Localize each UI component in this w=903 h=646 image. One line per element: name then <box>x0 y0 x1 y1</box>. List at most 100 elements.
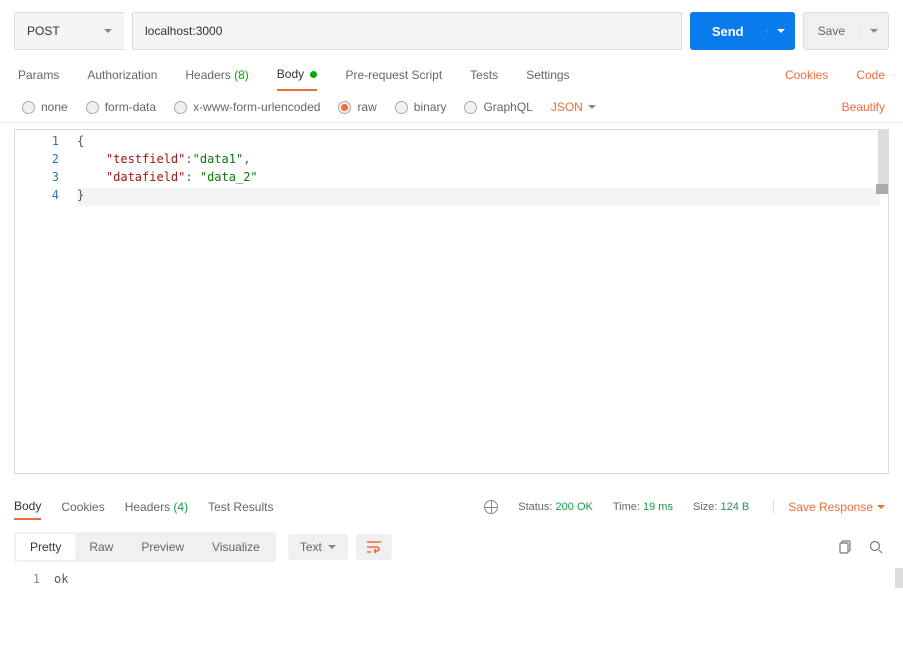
request-tabs: Params Authorization Headers (8) Body Pr… <box>0 58 903 92</box>
response-tab-headers[interactable]: Headers (4) <box>125 495 188 519</box>
copy-icon <box>839 540 853 554</box>
body-type-urlencoded-label: x-www-form-urlencoded <box>193 100 320 114</box>
radio-icon <box>464 101 477 114</box>
body-type-raw[interactable]: raw <box>338 100 376 114</box>
copy-button[interactable] <box>833 536 859 558</box>
chevron-down-icon <box>588 105 596 109</box>
url-input[interactable]: localhost:3000 <box>132 12 682 50</box>
save-button-label: Save <box>804 24 859 38</box>
body-type-graphql-label: GraphQL <box>483 100 532 114</box>
method-select[interactable]: POST <box>14 12 124 50</box>
body-type-urlencoded[interactable]: x-www-form-urlencoded <box>174 100 320 114</box>
save-button[interactable]: Save <box>803 12 889 50</box>
radio-icon <box>86 101 99 114</box>
size-value: 124 B <box>721 501 750 513</box>
code-text: , <box>243 152 250 166</box>
response-tab-cookies[interactable]: Cookies <box>61 495 104 519</box>
body-type-binary[interactable]: binary <box>395 100 447 114</box>
wrap-lines-button[interactable] <box>356 534 392 560</box>
response-text: ok <box>54 572 68 586</box>
tab-prerequest[interactable]: Pre-request Script <box>345 60 442 90</box>
cookies-link[interactable]: Cookies <box>785 68 828 82</box>
save-button-caret[interactable] <box>859 29 888 33</box>
method-value: POST <box>27 24 60 38</box>
body-type-binary-label: binary <box>414 100 447 114</box>
status-indicator: Status: 200 OK <box>518 501 593 513</box>
response-header: Body Cookies Headers (4) Test Results St… <box>0 484 903 526</box>
body-type-none[interactable]: none <box>22 100 68 114</box>
response-toolbar: Pretty Raw Preview Visualize Text <box>0 526 903 568</box>
time-label: Time: <box>613 501 640 513</box>
tab-body-label: Body <box>277 67 304 81</box>
view-pretty[interactable]: Pretty <box>16 534 75 560</box>
scrollbar-thumb[interactable] <box>876 184 888 194</box>
code-text: { <box>77 134 84 148</box>
save-response-label: Save Response <box>788 500 873 514</box>
chevron-down-icon <box>328 545 336 549</box>
view-preview[interactable]: Preview <box>127 534 198 560</box>
response-body-viewer[interactable]: 1ok <box>0 568 903 590</box>
line-number: 1 <box>14 572 54 586</box>
tab-headers[interactable]: Headers (8) <box>185 60 248 90</box>
url-value: localhost:3000 <box>145 24 222 38</box>
code-text: "datafield" <box>106 170 185 184</box>
response-tab-headers-label: Headers <box>125 500 170 514</box>
globe-icon[interactable] <box>484 500 498 514</box>
tab-body[interactable]: Body <box>277 59 318 91</box>
response-tab-body[interactable]: Body <box>14 494 41 520</box>
code-text: "data1" <box>193 152 244 166</box>
tab-headers-label: Headers <box>185 68 230 82</box>
code-text: : <box>185 152 192 166</box>
response-format-value: Text <box>300 540 322 554</box>
tab-params[interactable]: Params <box>18 60 59 90</box>
request-body-editor[interactable]: 1234 { "testfield":"data1", "datafield":… <box>14 129 889 474</box>
code-link[interactable]: Code <box>856 68 885 82</box>
chevron-down-icon <box>877 505 885 509</box>
chevron-down-icon <box>104 29 112 33</box>
tab-authorization[interactable]: Authorization <box>87 60 157 90</box>
save-response-button[interactable]: Save Response <box>773 500 885 514</box>
chevron-down-icon <box>777 29 785 33</box>
view-raw[interactable]: Raw <box>75 534 127 560</box>
body-type-graphql[interactable]: GraphQL <box>464 100 532 114</box>
radio-selected-icon <box>338 101 351 114</box>
tab-tests[interactable]: Tests <box>470 60 498 90</box>
response-format-select[interactable]: Text <box>288 534 348 560</box>
code-text: "data_2" <box>200 170 258 184</box>
status-label: Status: <box>518 501 552 513</box>
scrollbar[interactable] <box>895 568 903 588</box>
response-tab-headers-count: (4) <box>173 500 188 514</box>
beautify-button[interactable]: Beautify <box>842 100 885 114</box>
code-text: : <box>185 170 199 184</box>
send-button[interactable]: Send <box>690 12 795 50</box>
time-indicator: Time: 19 ms <box>613 501 673 513</box>
size-indicator: Size: 124 B <box>693 501 749 513</box>
editor-gutter: 1234 <box>15 130 69 473</box>
radio-icon <box>395 101 408 114</box>
chevron-down-icon <box>870 29 878 33</box>
body-type-formdata-label: form-data <box>105 100 156 114</box>
radio-icon <box>174 101 187 114</box>
modified-dot-icon <box>310 71 317 78</box>
body-type-formdata[interactable]: form-data <box>86 100 156 114</box>
time-value: 19 ms <box>643 501 673 513</box>
editor-code[interactable]: { "testfield":"data1", "datafield": "dat… <box>69 130 888 473</box>
send-button-label: Send <box>690 24 766 39</box>
body-format-select[interactable]: JSON <box>551 100 596 114</box>
code-text: "testfield" <box>106 152 185 166</box>
wrap-icon <box>366 540 382 554</box>
body-type-row: none form-data x-www-form-urlencoded raw… <box>0 92 903 123</box>
body-type-raw-label: raw <box>357 100 376 114</box>
body-format-value: JSON <box>551 100 583 114</box>
radio-icon <box>22 101 35 114</box>
response-tab-tests[interactable]: Test Results <box>208 495 273 519</box>
status-value: 200 OK <box>556 501 593 513</box>
view-mode-group: Pretty Raw Preview Visualize <box>14 532 276 562</box>
tab-settings[interactable]: Settings <box>526 60 569 90</box>
size-label: Size: <box>693 501 717 513</box>
body-type-none-label: none <box>41 100 68 114</box>
view-visualize[interactable]: Visualize <box>198 534 274 560</box>
send-button-caret[interactable] <box>766 29 795 33</box>
tab-headers-count: (8) <box>234 68 249 82</box>
search-button[interactable] <box>863 536 889 558</box>
